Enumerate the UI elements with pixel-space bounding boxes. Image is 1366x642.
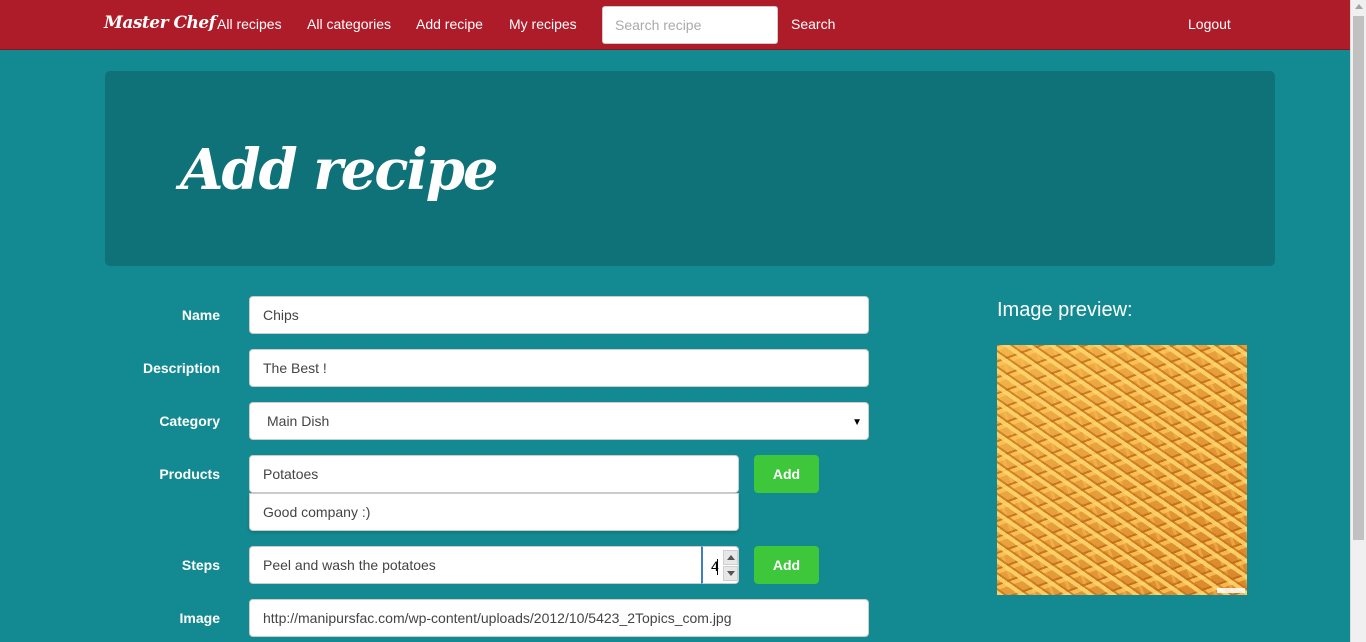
products-suggestion-text: Good company :) — [263, 504, 371, 520]
search-button[interactable]: Search — [791, 16, 835, 32]
image-label: Image — [179, 610, 220, 626]
nav-all-recipes[interactable]: All recipes — [217, 16, 282, 32]
description-label: Description — [142, 360, 220, 376]
nav-all-categories[interactable]: All categories — [307, 16, 391, 32]
nav-my-recipes[interactable]: My recipes — [509, 16, 577, 32]
add-step-button[interactable]: Add — [754, 546, 819, 584]
category-select-value: Main Dish — [267, 413, 330, 429]
products-autocomplete-item[interactable]: Good company :) — [249, 493, 739, 531]
nav-add-recipe[interactable]: Add recipe — [416, 16, 483, 32]
description-input[interactable]: The Best ! — [249, 349, 869, 387]
description-input-value: The Best ! — [263, 360, 327, 376]
image-preview-title: Image preview: — [997, 299, 1133, 321]
name-input-value: Chips — [263, 307, 299, 323]
search-input[interactable] — [602, 6, 778, 44]
logout-link[interactable]: Logout — [1188, 16, 1231, 32]
chevron-down-icon: ▼ — [852, 417, 862, 428]
steps-label: Steps — [181, 557, 220, 573]
brand-logo[interactable]: Master Chef — [104, 13, 216, 33]
products-label: Products — [159, 466, 220, 482]
image-url-input[interactable]: http://manipursfac.com/wp-content/upload… — [249, 599, 869, 637]
image-url-value: http://manipursfac.com/wp-content/upload… — [263, 610, 732, 626]
steps-input-value: Peel and wash the potatoes — [263, 557, 436, 573]
navbar: Master Chef All recipes All categories A… — [0, 0, 1350, 50]
add-product-button[interactable]: Add — [754, 455, 819, 493]
category-label: Category — [159, 413, 220, 429]
scroll-up-arrow-icon[interactable] — [1355, 4, 1363, 9]
image-watermark — [1217, 588, 1245, 593]
products-input[interactable]: Potatoes — [249, 455, 739, 493]
spin-up-icon[interactable] — [723, 550, 738, 565]
text-cursor — [717, 559, 718, 575]
scroll-thumb[interactable] — [1353, 16, 1364, 540]
name-input[interactable]: Chips — [249, 296, 869, 334]
step-number-stepper[interactable]: 4 — [701, 546, 739, 584]
page-header: Add recipe — [105, 71, 1275, 266]
page-title: Add recipe — [180, 137, 499, 203]
scrollbar[interactable] — [1350, 0, 1366, 642]
steps-input[interactable]: Peel and wash the potatoes — [249, 546, 702, 584]
products-input-value: Potatoes — [263, 466, 319, 482]
category-select[interactable]: Main Dish ▼ — [249, 402, 869, 440]
spin-down-icon[interactable] — [723, 566, 738, 581]
image-preview — [997, 345, 1247, 595]
name-label: Name — [181, 307, 220, 323]
